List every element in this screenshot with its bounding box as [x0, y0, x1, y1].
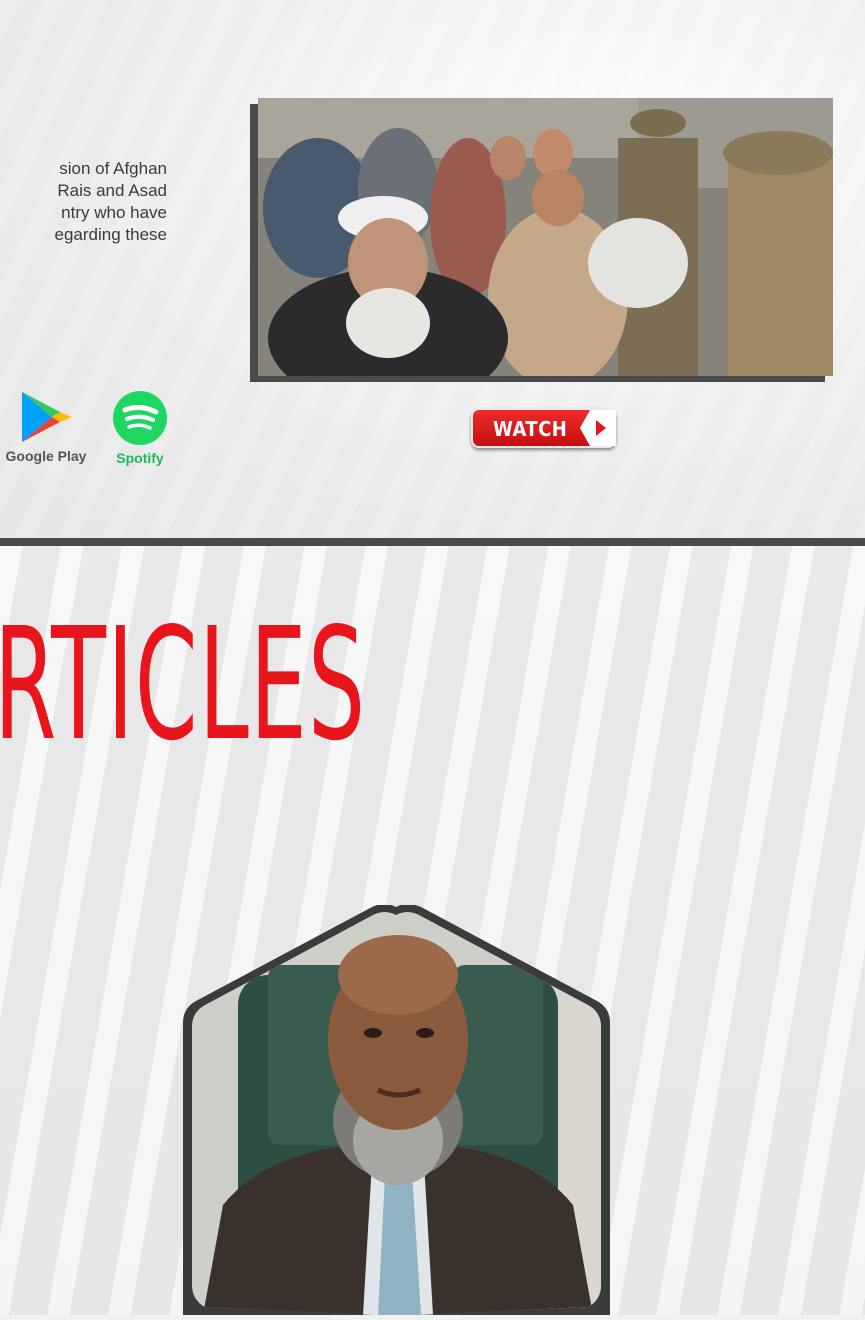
- description-line: sion of Afghan: [59, 159, 167, 178]
- description-line: ntry who have: [61, 203, 167, 222]
- google-play-icon: [22, 392, 72, 442]
- play-icon: [580, 410, 616, 446]
- section-divider: [0, 538, 865, 546]
- spotify-link[interactable]: Spotify: [108, 390, 172, 466]
- google-play-label: Google Play: [5, 448, 87, 464]
- description-line: Rais and Asad: [57, 181, 167, 200]
- google-play-link[interactable]: Google Play: [0, 390, 92, 464]
- watch-button[interactable]: WATCH: [471, 408, 616, 448]
- author-portrait[interactable]: [183, 904, 610, 1315]
- spotify-icon: [113, 391, 167, 445]
- refugees-photo: [258, 98, 833, 376]
- portrait-photo: [183, 904, 610, 1315]
- description-line: egarding these: [54, 225, 167, 244]
- section-title: RTICLES: [0, 594, 367, 775]
- video-thumbnail[interactable]: [258, 98, 833, 376]
- program-description: sion of Afghan Rais and Asad ntry who ha…: [0, 158, 167, 246]
- watch-label: WATCH: [493, 417, 568, 441]
- spotify-label: Spotify: [116, 450, 164, 466]
